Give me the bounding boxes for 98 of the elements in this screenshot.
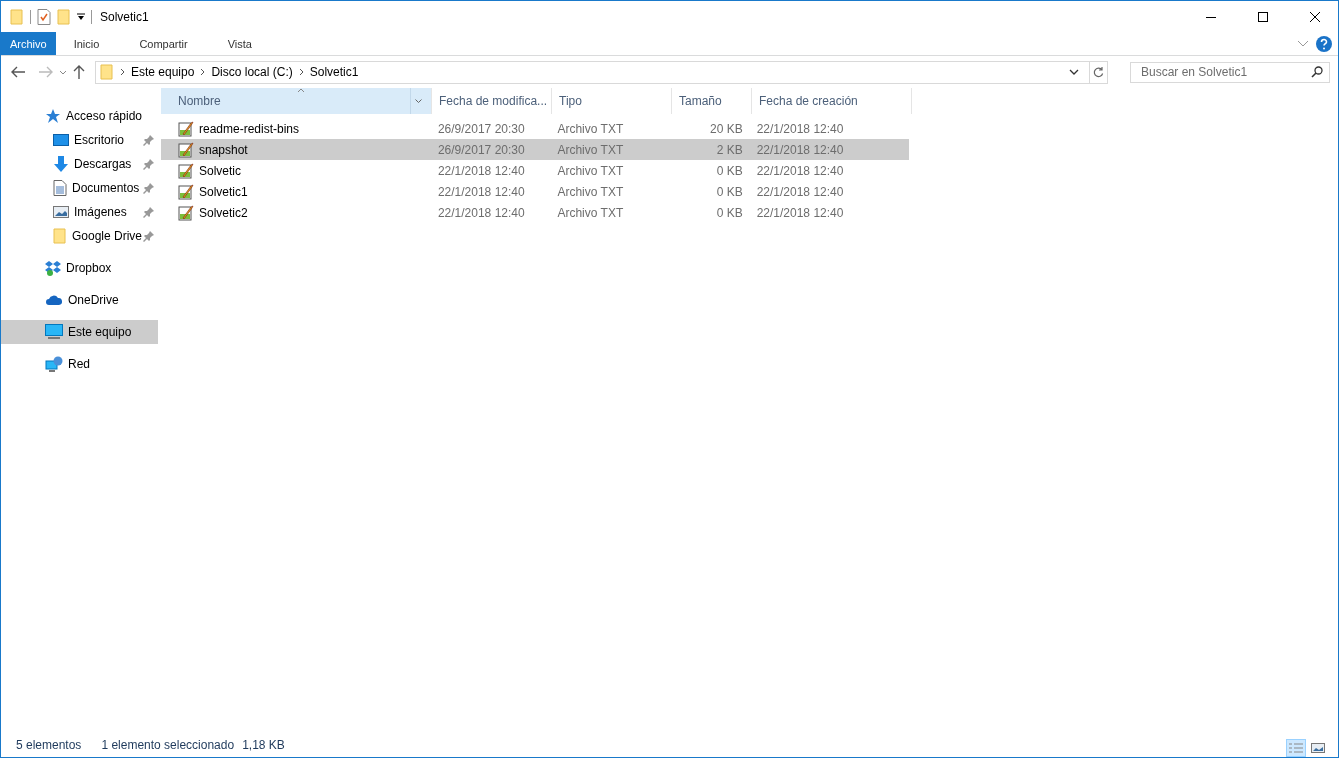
properties-icon[interactable] xyxy=(37,8,51,25)
chevron-down-icon[interactable] xyxy=(414,99,422,103)
nav-item[interactable]: OneDrive xyxy=(1,288,158,312)
table-cell-text: 26/9/2017 20:30 xyxy=(436,121,526,136)
forward-button[interactable] xyxy=(39,66,53,78)
network-icon xyxy=(45,356,63,372)
address-bar[interactable]: Este equipo Disco local (C:) Solvetic1 xyxy=(95,60,1108,84)
cloud-icon xyxy=(45,294,63,306)
pin-icon[interactable] xyxy=(143,230,155,242)
column-header[interactable]: Tipo xyxy=(552,88,672,114)
up-button[interactable] xyxy=(73,65,85,79)
ribbon-tab[interactable]: Archivo xyxy=(1,32,56,55)
nav-item[interactable]: Este equipo xyxy=(1,320,158,344)
table-cell-text: 22/1/2018 12:40 xyxy=(755,163,845,178)
breadcrumb[interactable]: Solvetic1 xyxy=(309,65,359,79)
nav-item[interactable]: Imágenes xyxy=(1,200,158,224)
file-name: snapshot xyxy=(199,142,248,157)
table-cell-text: 22/1/2018 12:40 xyxy=(755,121,845,136)
table-cell-text: 22/1/2018 12:40 xyxy=(755,142,845,157)
chevron-icon xyxy=(298,68,304,76)
refresh-icon xyxy=(1093,66,1104,78)
table-cell-text: Archivo TXT xyxy=(556,121,625,136)
recent-locations-button[interactable] xyxy=(59,69,67,75)
item-count: 5 elementos xyxy=(16,738,82,752)
file-row[interactable]: snapshot 26/9/2017 20:30 Archivo TXT 2 KB 22/1/2018 12:40 xyxy=(161,139,909,160)
search-field[interactable]: Buscar en Solvetic1 xyxy=(1130,61,1330,83)
table-cell-text: 0 KB xyxy=(715,184,744,199)
nav-item[interactable]: Acceso rápido xyxy=(1,104,158,128)
file-name: Solvetic xyxy=(199,163,242,178)
expand-ribbon-icon[interactable] xyxy=(1298,40,1308,47)
new-folder-icon xyxy=(57,8,71,25)
table-cell-text: 22/1/2018 12:40 xyxy=(436,205,526,220)
table-cell-text: Archivo TXT xyxy=(556,205,625,220)
download-arrow-icon xyxy=(53,156,69,172)
chevron-down-icon xyxy=(1069,69,1079,75)
nav-item[interactable]: Descargas xyxy=(1,152,158,176)
ribbon-tab[interactable]: Compartir xyxy=(125,32,202,55)
ribbon-tab[interactable]: Vista xyxy=(213,32,266,55)
maximize-icon xyxy=(1258,11,1268,22)
table-cell-text: 22/1/2018 12:40 xyxy=(755,205,845,220)
customize-dropdown-icon[interactable] xyxy=(77,12,85,21)
table-cell-text: Archivo TXT xyxy=(556,163,625,178)
file-name: readme-redist-bins xyxy=(199,121,300,136)
pin-icon[interactable] xyxy=(143,206,155,218)
column-header[interactable]: Fecha de creación xyxy=(752,88,912,114)
table-cell-text: Archivo TXT xyxy=(556,184,625,199)
pin-icon[interactable] xyxy=(143,158,155,170)
text-file-icon xyxy=(178,183,194,200)
table-cell-text: 0 KB xyxy=(715,205,744,220)
search-icon xyxy=(1311,66,1323,78)
table-cell-text: 22/1/2018 12:40 xyxy=(436,163,526,178)
folder-icon xyxy=(10,8,24,25)
image-icon xyxy=(53,205,69,219)
text-file-icon xyxy=(178,141,194,158)
nav-item[interactable]: Documentos xyxy=(1,176,158,200)
column-header[interactable]: Tamaño xyxy=(672,88,752,114)
table-cell-text: 22/1/2018 12:40 xyxy=(755,184,845,199)
nav-item[interactable]: Dropbox xyxy=(1,256,158,280)
selection-size: 1,18 KB xyxy=(242,738,285,752)
table-cell-text: 2 KB xyxy=(715,142,744,157)
file-name: Solvetic1 xyxy=(199,184,248,199)
document-icon xyxy=(53,180,67,196)
selection-info: 1 elemento seleccionado xyxy=(101,738,235,752)
nav-item[interactable]: Escritorio xyxy=(1,128,158,152)
text-file-icon xyxy=(178,120,194,137)
close-icon xyxy=(1310,11,1320,22)
desktop-icon xyxy=(53,133,69,147)
chevron-icon xyxy=(120,68,125,76)
file-row[interactable]: Solvetic 22/1/2018 12:40 Archivo TXT 0 KB 22/1/2018 12:40 xyxy=(161,160,909,181)
star-icon xyxy=(45,108,61,124)
file-row[interactable]: Solvetic1 22/1/2018 12:40 Archivo TXT 0 KB 22/1/2018 12:40 xyxy=(161,181,909,202)
computer-icon xyxy=(45,324,63,340)
file-row[interactable]: Solvetic2 22/1/2018 12:40 Archivo TXT 0 KB 22/1/2018 12:40 xyxy=(161,202,909,223)
file-row[interactable]: readme-redist-bins 26/9/2017 20:30 Archivo TXT 20 KB 22/1/2018 12:40 xyxy=(161,118,909,139)
window-title: Solvetic1 xyxy=(100,9,149,24)
text-file-icon xyxy=(178,162,194,179)
breadcrumb[interactable]: Disco local (C:) xyxy=(211,65,293,79)
column-header[interactable]: Fecha de modifica... xyxy=(432,88,552,114)
table-cell-text: 0 KB xyxy=(715,163,744,178)
ribbon-tab[interactable]: Inicio xyxy=(59,32,114,55)
nav-item[interactable]: Red xyxy=(1,352,158,376)
nav-item[interactable]: Google Drive xyxy=(1,224,158,248)
folder-icon xyxy=(100,64,114,80)
breadcrumb[interactable]: Este equipo xyxy=(131,65,195,79)
chevron-icon xyxy=(200,68,206,76)
pin-icon[interactable] xyxy=(143,182,155,194)
file-name: Solvetic2 xyxy=(199,205,248,220)
table-cell-text: Archivo TXT xyxy=(556,142,625,157)
folder-icon xyxy=(53,228,67,244)
table-cell-text: 22/1/2018 12:40 xyxy=(436,184,526,199)
text-file-icon xyxy=(178,204,194,221)
table-cell-text: 26/9/2017 20:30 xyxy=(436,142,526,157)
column-header[interactable]: Nombre xyxy=(161,88,432,114)
help-icon[interactable] xyxy=(1316,35,1332,52)
back-button[interactable] xyxy=(11,66,25,78)
dropbox-icon xyxy=(45,260,61,276)
table-cell-text: 20 KB xyxy=(708,121,744,136)
pin-icon[interactable] xyxy=(143,134,155,146)
